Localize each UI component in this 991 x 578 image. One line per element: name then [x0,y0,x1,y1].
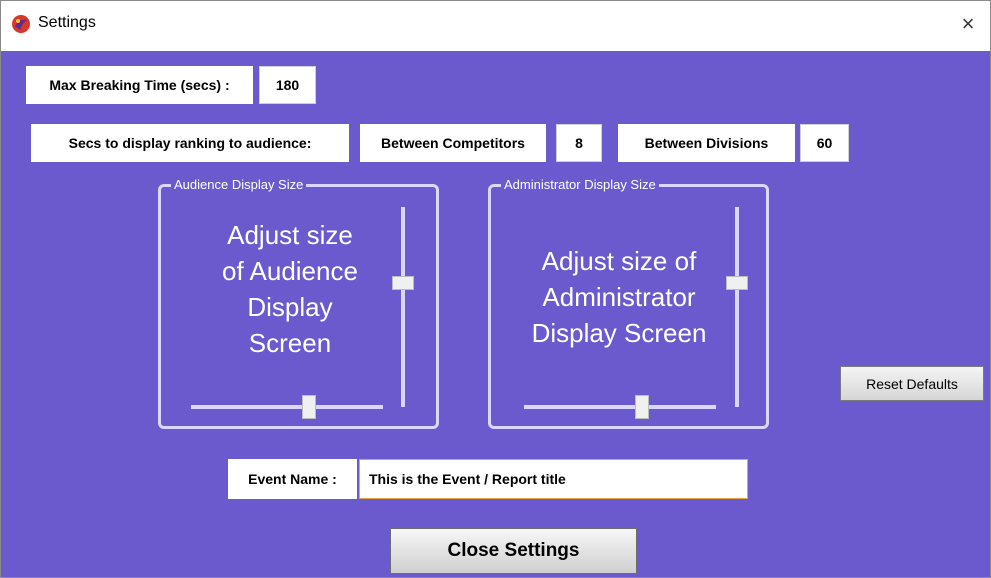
audience-vertical-slider-thumb[interactable] [392,276,414,290]
window-title: Settings [38,14,96,31]
between-divisions-label: Between Divisions [618,124,795,162]
settings-window: Settings × Max Breaking Time (secs) : 18… [0,0,991,578]
administrator-display-text: Adjust size of Administrator Display Scr… [503,243,735,351]
settings-content: Max Breaking Time (secs) : 180 Secs to d… [1,51,990,577]
administrator-text-line: Adjust size of [541,246,697,276]
close-window-icon[interactable]: × [954,10,982,38]
administrator-horizontal-slider-thumb[interactable] [635,395,649,419]
administrator-horizontal-slider-track[interactable] [524,405,716,409]
between-competitors-input[interactable]: 8 [556,124,602,162]
audience-text-line: of Audience [222,256,358,286]
audience-display-legend: Audience Display Size [171,177,307,192]
audience-display-group: Audience Display Size Adjust size of Aud… [158,177,439,429]
between-competitors-label: Between Competitors [360,124,546,162]
close-settings-button[interactable]: Close Settings [390,528,637,574]
title-bar: Settings × [1,1,990,51]
administrator-display-group: Administrator Display Size Adjust size o… [488,177,769,429]
audience-horizontal-slider-track[interactable] [191,405,383,409]
reset-defaults-button[interactable]: Reset Defaults [840,366,984,401]
between-divisions-input[interactable]: 60 [800,124,849,162]
audience-vertical-slider-track[interactable] [401,207,405,407]
administrator-text-line: Display Screen [531,318,707,348]
max-breaking-time-input[interactable]: 180 [259,66,316,104]
audience-horizontal-slider-thumb[interactable] [302,395,316,419]
audience-display-text: Adjust size of Audience Display Screen [179,217,401,361]
audience-text-line: Adjust size [227,220,353,250]
audience-text-line: Screen [248,328,332,358]
administrator-display-legend: Administrator Display Size [501,177,659,192]
administrator-vertical-slider-track[interactable] [735,207,739,407]
ranking-display-label: Secs to display ranking to audience: [31,124,349,162]
administrator-text-line: Administrator [542,282,696,312]
administrator-vertical-slider-thumb[interactable] [726,276,748,290]
event-name-label: Event Name : [228,459,357,499]
app-icon [11,14,31,34]
audience-text-line: Display [247,292,333,322]
event-name-input[interactable]: This is the Event / Report title [359,459,748,499]
max-breaking-time-label: Max Breaking Time (secs) : [26,66,253,104]
